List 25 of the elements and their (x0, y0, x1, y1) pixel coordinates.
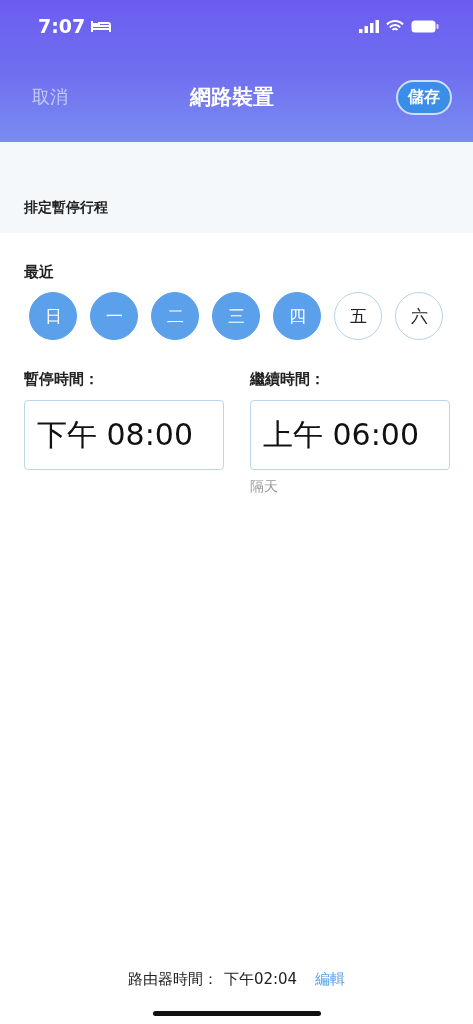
bed-icon (91, 20, 112, 32)
wifi-icon (386, 19, 404, 33)
signal-icon (359, 19, 379, 33)
router-time-label: 路由器時間： (127, 970, 218, 989)
day-toggle[interactable]: 五 (334, 292, 382, 340)
battery-icon (411, 19, 439, 33)
time-field[interactable]: 上午 06:00 (250, 400, 450, 470)
day-toggle[interactable]: 一 (90, 292, 138, 340)
recent-label: 最近 (24, 263, 55, 282)
cancel-button[interactable]: 取消 (32, 85, 68, 109)
section-title: 排定暫停行程 (24, 199, 108, 217)
day-toggle[interactable]: 二 (151, 292, 199, 340)
router-time-value: 下午02:04 (223, 970, 298, 989)
day-toggle[interactable]: 日 (29, 292, 77, 340)
time-field[interactable]: 下午 08:00 (24, 400, 224, 470)
day-toggle[interactable]: 三 (212, 292, 260, 340)
time-note: 隔天 (250, 478, 279, 496)
time-label: 繼續時間： (250, 370, 326, 389)
day-toggle[interactable]: 四 (273, 292, 321, 340)
edit-link[interactable]: 編輯 (315, 970, 346, 989)
day-toggle[interactable]: 六 (395, 292, 443, 340)
time-label: 暫停時間： (24, 370, 100, 389)
status-time: 7:07 (38, 15, 86, 37)
page-title: 網路裝置 (190, 84, 274, 111)
save-button[interactable]: 儲存 (396, 79, 452, 115)
